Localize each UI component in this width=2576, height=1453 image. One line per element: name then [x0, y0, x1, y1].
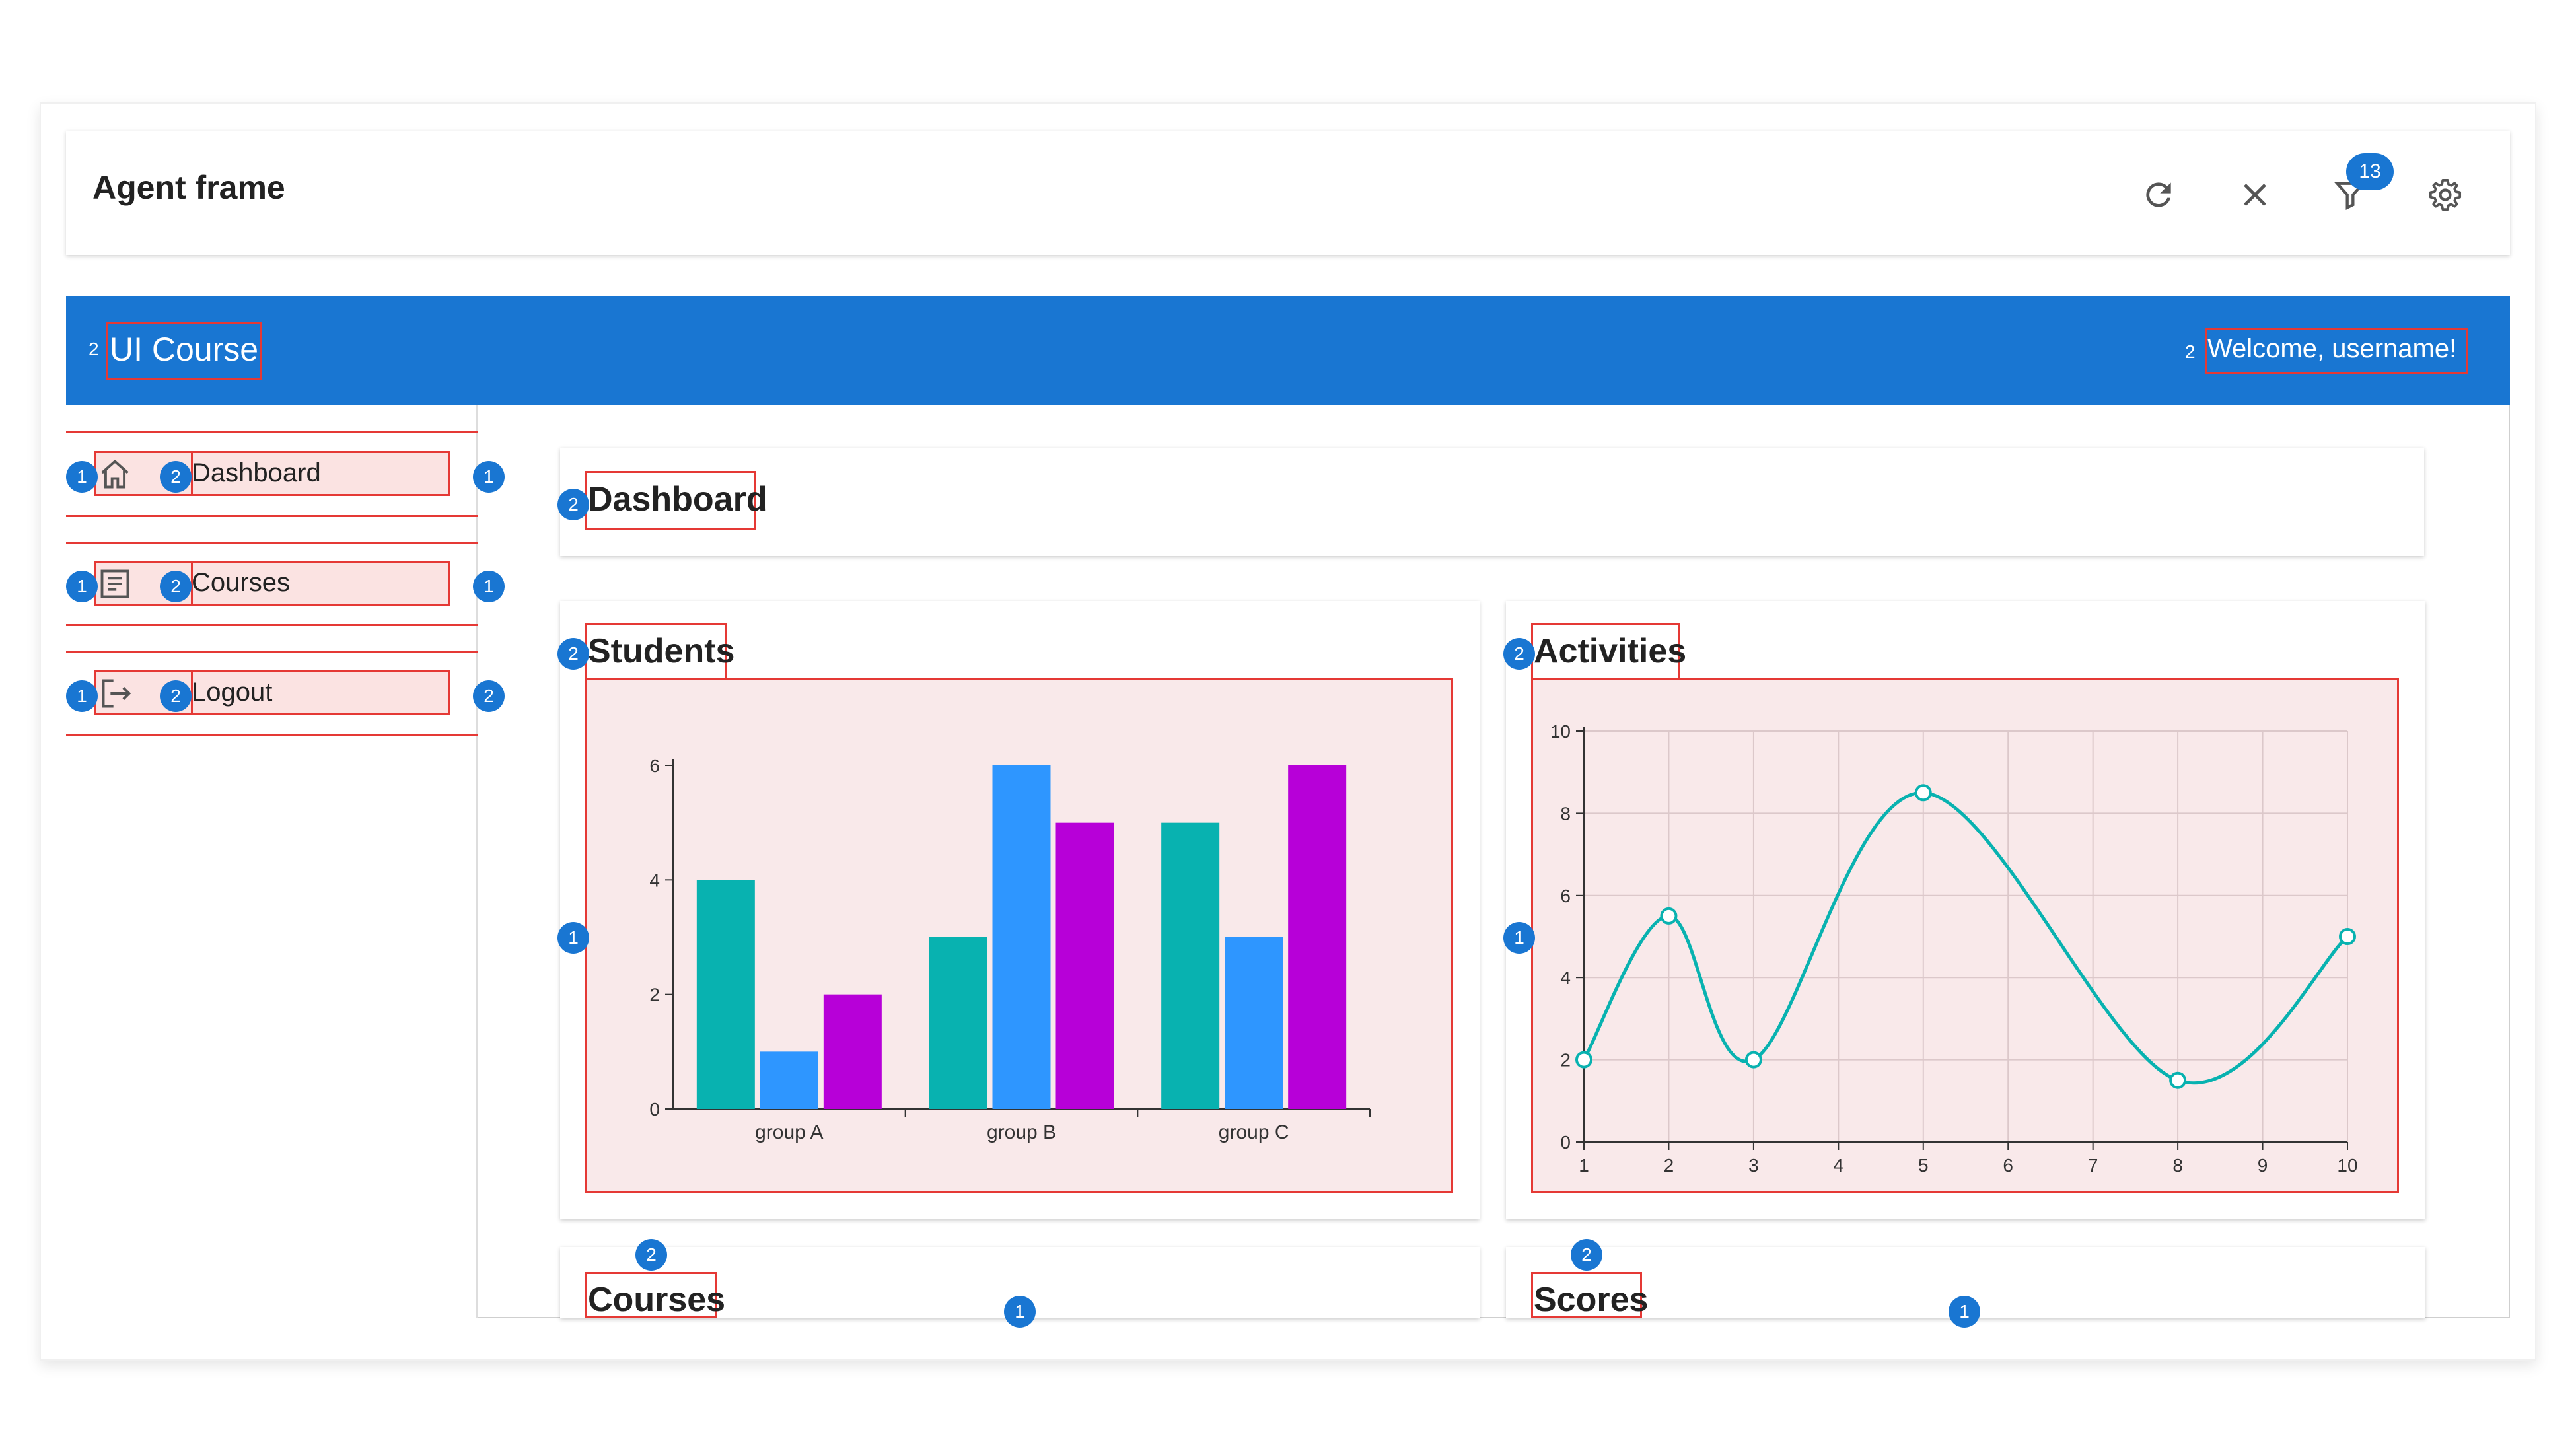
close-button[interactable] [2229, 168, 2281, 221]
nav-highlight-top [66, 651, 478, 653]
marker-badge: 2 [557, 489, 589, 520]
data-point [1744, 1051, 1762, 1069]
agent-title: Agent frame [92, 169, 285, 206]
refresh-button[interactable] [2132, 168, 2185, 221]
marker-badge: 2 [160, 680, 192, 712]
y-tick-label: 4 [649, 870, 660, 890]
nav-highlight-bottom [66, 515, 478, 517]
sidebar-item-label: Logout [192, 678, 273, 707]
welcome-text: Welcome, username! [2207, 334, 2457, 363]
marker-badge: 2 [160, 571, 192, 602]
x-tick-label: 9 [2258, 1155, 2268, 1176]
x-tick-label: 3 [1748, 1155, 1759, 1176]
x-tick-label: 8 [2172, 1155, 2183, 1176]
card-title: Activities [1534, 632, 1687, 670]
x-tick-label: 4 [1834, 1155, 1844, 1176]
x-tick-label: 6 [2003, 1155, 2013, 1176]
x-tick-label: 2 [1664, 1155, 1674, 1176]
x-tick-label: group A [755, 1121, 823, 1143]
bar [1055, 822, 1114, 1109]
home-icon [101, 459, 129, 489]
welcome-marker: 2 [2185, 341, 2196, 362]
x-tick-label: 1 [1579, 1155, 1589, 1176]
nav-highlight-top [66, 542, 478, 544]
x-tick-label: 10 [2337, 1155, 2357, 1176]
close-icon [2244, 184, 2266, 206]
marker-badge: 2 [557, 638, 589, 670]
marker-badge: 1 [473, 571, 505, 602]
students-bar-chart: 0 2 4 6 group A group B group C [649, 756, 1371, 1143]
app-bar [66, 296, 2510, 405]
bar [823, 994, 882, 1109]
nav-highlight-bottom [66, 734, 478, 736]
students-chart: 0 2 4 6 group A group B group C [585, 678, 1453, 1193]
marker-badge: 2 [160, 461, 192, 493]
marker-badge: 1 [1503, 922, 1535, 954]
card-title: Courses [588, 1281, 726, 1319]
x-tick-label: 7 [2088, 1155, 2098, 1176]
marker-badge: 2 [635, 1239, 667, 1271]
sidebar-item-label: Dashboard [192, 458, 321, 487]
marker-badge: 1 [1949, 1296, 1980, 1328]
activities-line-chart: 02468101 2 3 4 5 6 7 8 9 10 [1550, 721, 2358, 1176]
x-tick-label: group C [1219, 1121, 1289, 1143]
data-point [1660, 907, 1678, 925]
marker-badge: 1 [66, 461, 98, 493]
nav-highlight-bottom [66, 624, 478, 626]
marker-badge: 1 [473, 461, 505, 493]
marker-badge: 1 [66, 571, 98, 602]
data-point [2339, 928, 2356, 945]
y-tick-label: 8 [1560, 803, 1571, 824]
app-title-marker: 2 [89, 339, 99, 359]
list-icon [100, 569, 129, 598]
activities-chart: 0 2 4 6 8 10 1 2 3 4 5 6 7 8 9 10 [1531, 678, 2399, 1193]
gear-icon [2429, 178, 2462, 211]
app-title: UI Course [110, 331, 259, 368]
y-tick-label: 10 [1550, 721, 1571, 742]
dashboard-header-card [560, 448, 2424, 556]
y-tick-label: 2 [649, 985, 660, 1005]
series-line [1582, 791, 2349, 1085]
nav-highlight-top [66, 431, 478, 433]
marker-badge: 1 [1004, 1296, 1036, 1328]
bar [1161, 822, 1220, 1109]
y-tick-label: 6 [649, 756, 660, 776]
sidebar-item-label: Courses [192, 568, 290, 597]
marker-badge: 1 [66, 680, 98, 712]
marker-badge: 2 [1571, 1239, 1602, 1271]
y-tick-label: 6 [1560, 886, 1571, 906]
bar [696, 880, 755, 1109]
bar [1225, 937, 1283, 1109]
filter-count-badge: 13 [2346, 153, 2394, 190]
bar [1288, 765, 1347, 1109]
bar [992, 765, 1051, 1109]
card-title: Scores [1534, 1281, 1649, 1319]
data-point [1575, 1051, 1592, 1069]
x-tick-label: group B [987, 1121, 1056, 1143]
y-tick-label: 0 [649, 1099, 660, 1119]
logout-icon [102, 679, 131, 708]
card-title: Students [588, 632, 735, 670]
refresh-icon [2146, 182, 2171, 207]
x-tick-label: 5 [1918, 1155, 1929, 1176]
data-point [1914, 784, 1932, 802]
marker-badge: 1 [557, 922, 589, 954]
bar [929, 937, 987, 1109]
page-title: Dashboard [588, 480, 768, 518]
y-tick-label: 2 [1560, 1050, 1571, 1071]
y-tick-label: 4 [1560, 968, 1571, 988]
marker-badge: 2 [473, 680, 505, 712]
marker-badge: 2 [1503, 638, 1535, 670]
bar [760, 1051, 818, 1109]
y-tick-label: 0 [1560, 1132, 1571, 1152]
settings-button[interactable] [2419, 168, 2472, 221]
data-point [2169, 1071, 2187, 1089]
